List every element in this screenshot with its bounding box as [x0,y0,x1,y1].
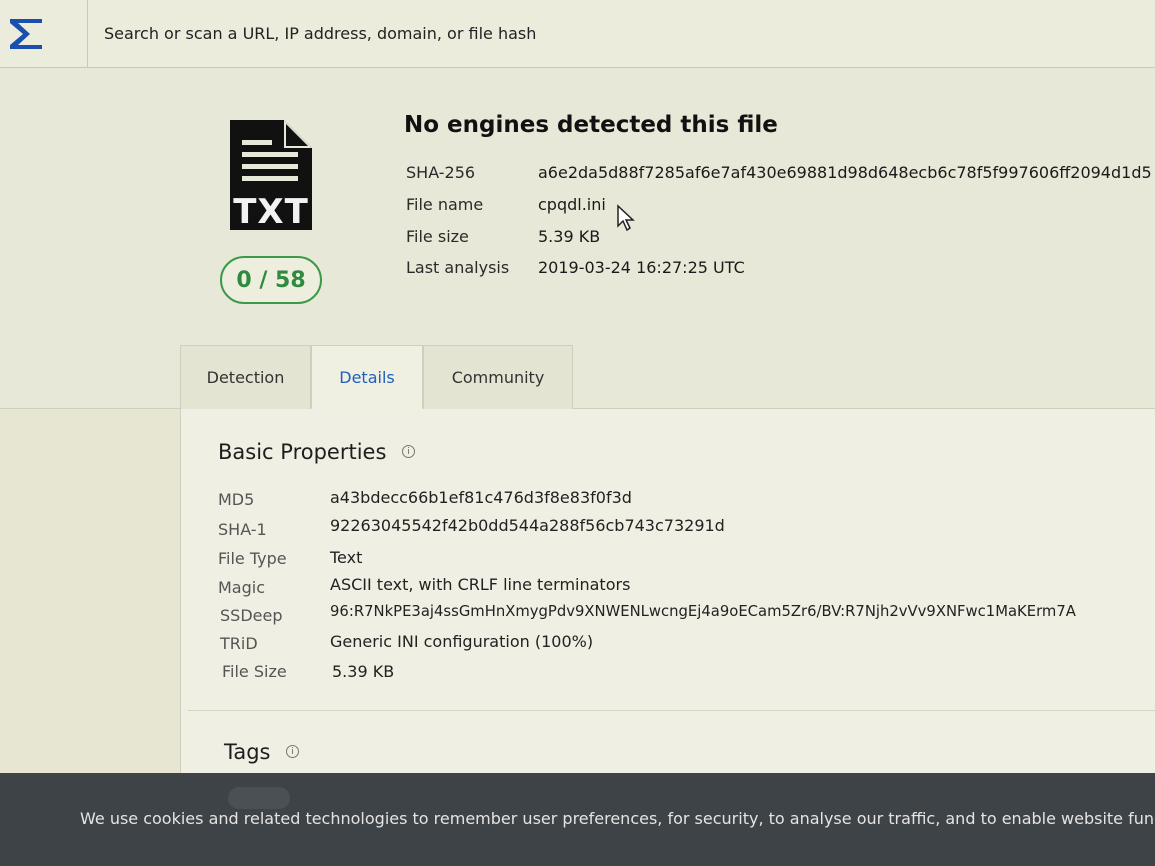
meta-label: File name [406,195,484,214]
prop-label-ssdeep: SSDeep [220,606,283,625]
meta-label: File size [406,227,469,246]
tab-community[interactable]: Community [423,345,573,409]
meta-value: 2019-03-24 16:27:25 UTC [538,258,745,277]
detection-score-badge: 0 / 58 [220,256,322,304]
cookie-banner: We use cookies and related technologies … [0,773,1155,866]
detection-result-title: No engines detected this file [404,112,778,138]
prop-label-trid: TRiD [220,634,258,653]
prop-value-sha1: 92263045542f42b0dd544a288f56cb743c73291d [330,516,725,535]
tab-details[interactable]: Details [311,345,423,409]
prop-label-magic: Magic [218,578,266,597]
tab-detection[interactable]: Detection [180,345,311,409]
sigma-logo-icon [10,18,42,49]
meta-label: Last analysis [406,258,510,277]
tab-bar: Detection Details Community [180,345,573,409]
prop-label-file-type: File Type [218,549,287,568]
file-type-label: TXT [233,192,309,232]
info-icon[interactable]: i [402,445,415,458]
meta-label: SHA-256 [406,163,476,182]
tags-title: Tags [224,740,271,764]
mouse-cursor-icon [617,204,635,232]
txt-file-icon: TXT [226,116,316,238]
home-logo-link[interactable] [0,0,88,68]
tag-chip [228,787,290,809]
prop-label-file-size: File Size [222,662,287,681]
meta-value: 5.39 KB [538,227,601,246]
prop-value-file-size: 5.39 KB [332,662,395,681]
prop-value-ssdeep: 96:R7NkPE3aj4ssGmHnXmygPdv9XNWENLwcngEj4… [330,603,1076,620]
prop-value-magic: ASCII text, with CRLF line terminators [330,575,631,594]
section-divider [188,710,1155,711]
cookie-notice-text: We use cookies and related technologies … [80,809,1155,828]
top-search-bar [0,0,1155,68]
prop-value-file-type: Text [330,548,363,567]
prop-label-md5: MD5 [218,490,255,509]
search-input[interactable] [104,18,1104,48]
basic-properties-title: Basic Properties [218,440,387,464]
meta-value: cpqdl.ini [538,195,606,214]
prop-value-trid: Generic INI configuration (100%) [330,632,594,651]
meta-value[interactable]: a6e2da5d88f7285af6e7af430e69881d98d648ec… [538,163,1152,182]
prop-value-md5: a43bdecc66b1ef81c476d3f8e83f0f3d [330,488,632,507]
prop-label-sha1: SHA-1 [218,520,267,539]
info-icon[interactable]: i [286,745,299,758]
